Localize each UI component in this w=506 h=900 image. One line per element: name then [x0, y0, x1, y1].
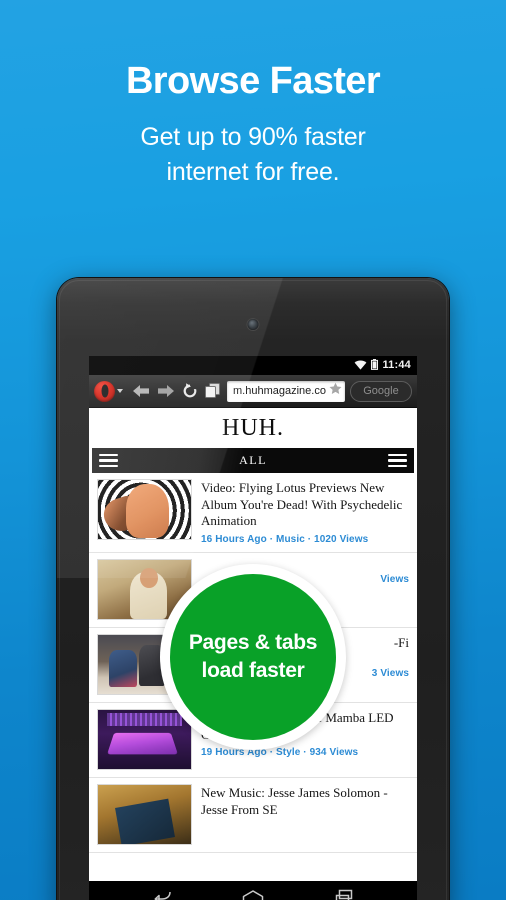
feature-badge: Pages & tabs load faster: [160, 564, 346, 750]
chevron-down-icon: [117, 389, 123, 393]
android-nav-bar: [89, 881, 417, 900]
url-input[interactable]: m.huhmagazine.co: [233, 385, 326, 397]
article-thumbnail[interactable]: [97, 708, 192, 770]
front-camera-icon: [247, 319, 259, 330]
feature-badge-inner: Pages & tabs load faster: [170, 574, 336, 740]
browser-toolbar: m.huhmagazine.co Google: [89, 375, 417, 408]
page-title: Browse Faster: [125, 60, 381, 102]
site-nav-label[interactable]: ALL: [239, 453, 267, 468]
back-button[interactable]: [131, 383, 151, 399]
battery-icon: [371, 357, 379, 375]
search-placeholder: Google: [363, 385, 399, 397]
android-recents-icon[interactable]: [333, 888, 355, 900]
android-back-icon[interactable]: [151, 888, 173, 900]
wifi-icon: [354, 357, 367, 375]
feature-badge-line-1: Pages & tabs: [188, 630, 318, 654]
search-input[interactable]: Google: [350, 380, 412, 402]
android-home-icon[interactable]: [241, 888, 265, 900]
reload-button[interactable]: [181, 382, 199, 400]
url-bar[interactable]: m.huhmagazine.co: [227, 380, 345, 402]
hamburger-menu-icon-right[interactable]: [387, 453, 407, 468]
android-status-bar: 11:44: [89, 356, 417, 375]
site-logo[interactable]: HUH.: [89, 408, 417, 448]
site-nav-bar: ALL: [92, 448, 414, 473]
promo-subtitle: Get up to 90% faster internet for free.: [0, 120, 506, 190]
article-meta: 16 Hours Ago · Music · 1020 Views: [201, 533, 369, 545]
tabs-button[interactable]: [204, 382, 222, 400]
opera-logo-icon: [94, 380, 115, 402]
article-list-item[interactable]: New Music: Jesse James Solomon - Jesse F…: [89, 778, 417, 853]
article-title[interactable]: Video: Flying Lotus Previews New Album Y…: [201, 480, 409, 530]
article-meta: 19 Hours Ago · Style · 934 Views: [201, 747, 359, 759]
article-title[interactable]: New Music: Jesse James Solomon - Jesse F…: [201, 785, 409, 818]
article-thumbnail[interactable]: [97, 479, 192, 540]
promo-subtitle-line-2: internet for free.: [166, 158, 340, 186]
article-list-item[interactable]: Video: Flying Lotus Previews New Album Y…: [89, 473, 417, 553]
opera-menu-button[interactable]: [94, 380, 126, 402]
promo-subtitle-line-1: Get up to 90% faster: [140, 123, 366, 151]
status-bar-clock: 11:44: [382, 359, 411, 371]
feature-badge-line-2: load faster: [201, 659, 305, 682]
hamburger-menu-icon-left[interactable]: [99, 453, 118, 468]
article-thumbnail[interactable]: [97, 783, 192, 845]
star-icon[interactable]: [329, 382, 342, 400]
forward-button[interactable]: [156, 383, 176, 399]
promo-header: Browse Faster Get up to 90% faster inter…: [0, 0, 506, 190]
